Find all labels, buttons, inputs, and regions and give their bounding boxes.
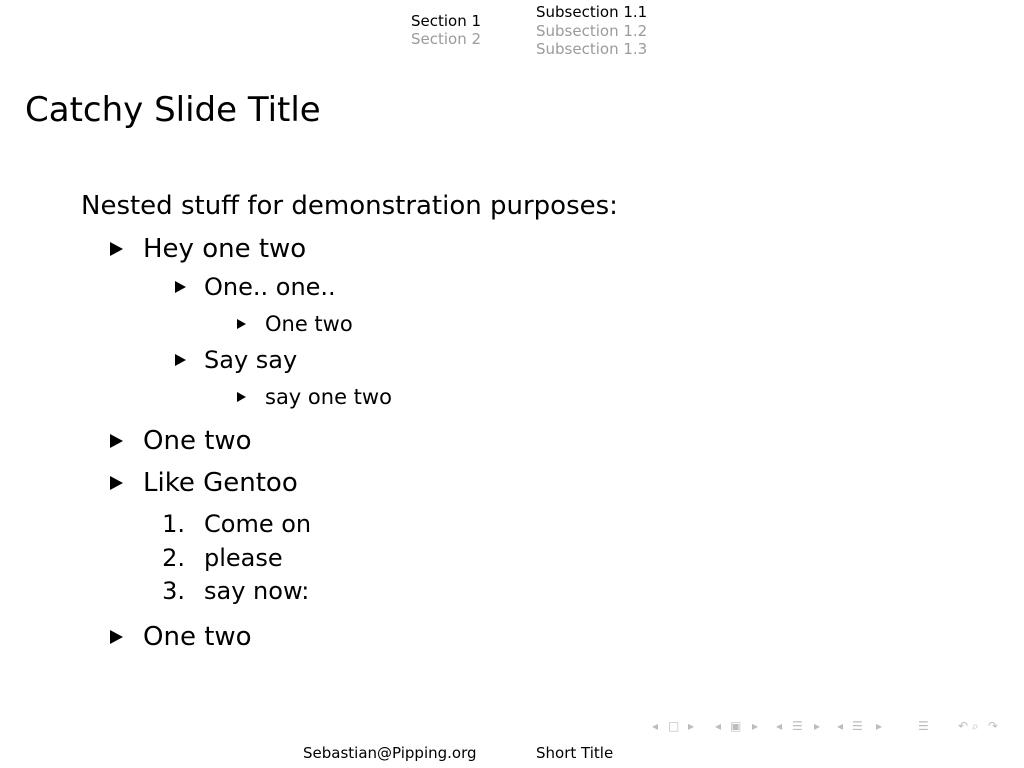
footer-short-title: Short Title [536, 744, 614, 762]
section-icon[interactable]: ☰ [852, 716, 863, 736]
enumerated-number: 1. [162, 510, 185, 538]
list-item-label: Hey one two [143, 234, 307, 264]
nav-right-arrow-icon[interactable]: ▸ [876, 716, 882, 736]
list-item-label: One two [143, 622, 252, 652]
align-icon[interactable]: ☰ [918, 716, 929, 736]
list-item-label: say one two [265, 385, 392, 409]
triangle-bullet-icon [110, 476, 123, 490]
triangle-bullet-icon [237, 319, 246, 329]
list-item-label: please [204, 544, 283, 572]
footer-author: Sebastian@Pipping.org [303, 744, 477, 762]
back-forward-icon[interactable]: ↶ [958, 716, 968, 736]
nav-left-arrow-icon[interactable]: ◂ [652, 716, 658, 736]
nav-left-arrow-icon[interactable]: ◂ [715, 716, 721, 736]
list-item-label: One.. one.. [204, 273, 336, 301]
list-item-label: One two [265, 312, 353, 336]
search-icon[interactable]: ⌕ [972, 716, 979, 736]
nav-right-arrow-icon[interactable]: ▸ [814, 716, 820, 736]
triangle-bullet-icon [175, 281, 186, 293]
list-item-label: One two [143, 426, 252, 456]
triangle-bullet-icon [110, 630, 123, 644]
enumerated-number: 3. [162, 577, 185, 605]
frame-content: Nested stuff for demonstration purposes:… [0, 0, 1024, 700]
enumerated-number: 2. [162, 544, 185, 572]
triangle-bullet-icon [237, 392, 246, 402]
slide-icon[interactable]: □ [668, 716, 679, 736]
list-item-label: Like Gentoo [143, 468, 298, 498]
intro-text: Nested stuff for demonstration purposes: [81, 191, 618, 221]
frame-icon[interactable]: ▣ [730, 716, 741, 736]
list-item-label: Come on [204, 510, 312, 538]
nav-right-arrow-icon[interactable]: ▸ [752, 716, 758, 736]
back-forward-icon[interactable]: ↷ [988, 716, 998, 736]
list-item-label: Say say [204, 346, 298, 374]
triangle-bullet-icon [110, 242, 123, 256]
triangle-bullet-icon [110, 434, 123, 448]
list-item-label: say now: [204, 577, 310, 605]
nav-left-arrow-icon[interactable]: ◂ [776, 716, 782, 736]
subsection-icon[interactable]: ☰ [792, 716, 803, 736]
nav-right-arrow-icon[interactable]: ▸ [688, 716, 694, 736]
nav-left-arrow-icon[interactable]: ◂ [837, 716, 843, 736]
triangle-bullet-icon [175, 354, 186, 366]
